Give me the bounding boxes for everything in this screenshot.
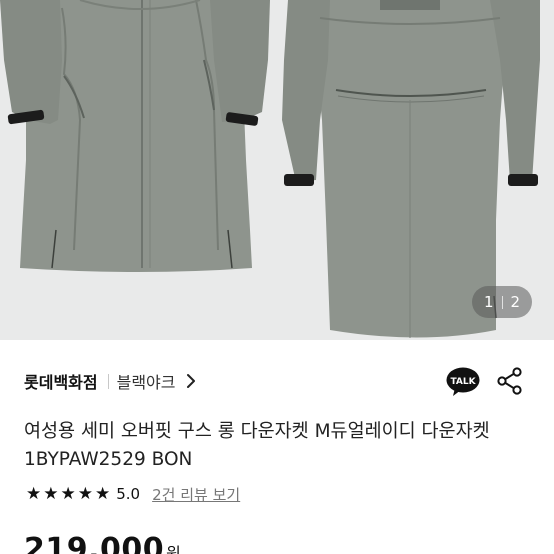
product-title: 여성용 세미 오버핏 구스 롱 다운자켓 M듀얼레이디 다운자켓 1BYPAW2… [24, 421, 490, 470]
star-icon: ★ [95, 483, 111, 504]
store-name[interactable]: 롯데백화점 [24, 369, 98, 393]
brand-divider [107, 373, 109, 389]
talk-label: TALK [450, 377, 476, 387]
star-icon: ★ [77, 483, 93, 504]
counter-divider [501, 295, 503, 309]
star-icon: ★ [26, 483, 42, 504]
price-currency: 원 [166, 544, 181, 554]
price-row: 219,000 원 [24, 532, 181, 554]
reviews-link[interactable]: 2건 리뷰 보기 [152, 484, 240, 505]
chevron-right-icon[interactable] [186, 373, 196, 389]
share-icon[interactable] [496, 367, 524, 395]
rating-row: ★ ★ ★ ★ ★ 5.0 2건 리뷰 보기 [26, 482, 240, 506]
product-image-gallery[interactable]: 1 2 [0, 0, 554, 340]
star-icon: ★ [43, 483, 59, 504]
coat-front-view [0, 0, 270, 272]
kakao-talk-icon[interactable]: TALK [446, 367, 480, 397]
price-value: 219,000 [24, 532, 165, 554]
star-icon: ★ [60, 483, 76, 504]
rating-score: 5.0 [116, 485, 141, 503]
current-image-number: 1 [483, 293, 494, 311]
image-page-counter: 1 2 [472, 286, 532, 318]
total-image-number: 2 [510, 293, 521, 311]
brand-link[interactable]: 블랙야크 [117, 369, 176, 393]
coat-product-image [0, 0, 540, 338]
